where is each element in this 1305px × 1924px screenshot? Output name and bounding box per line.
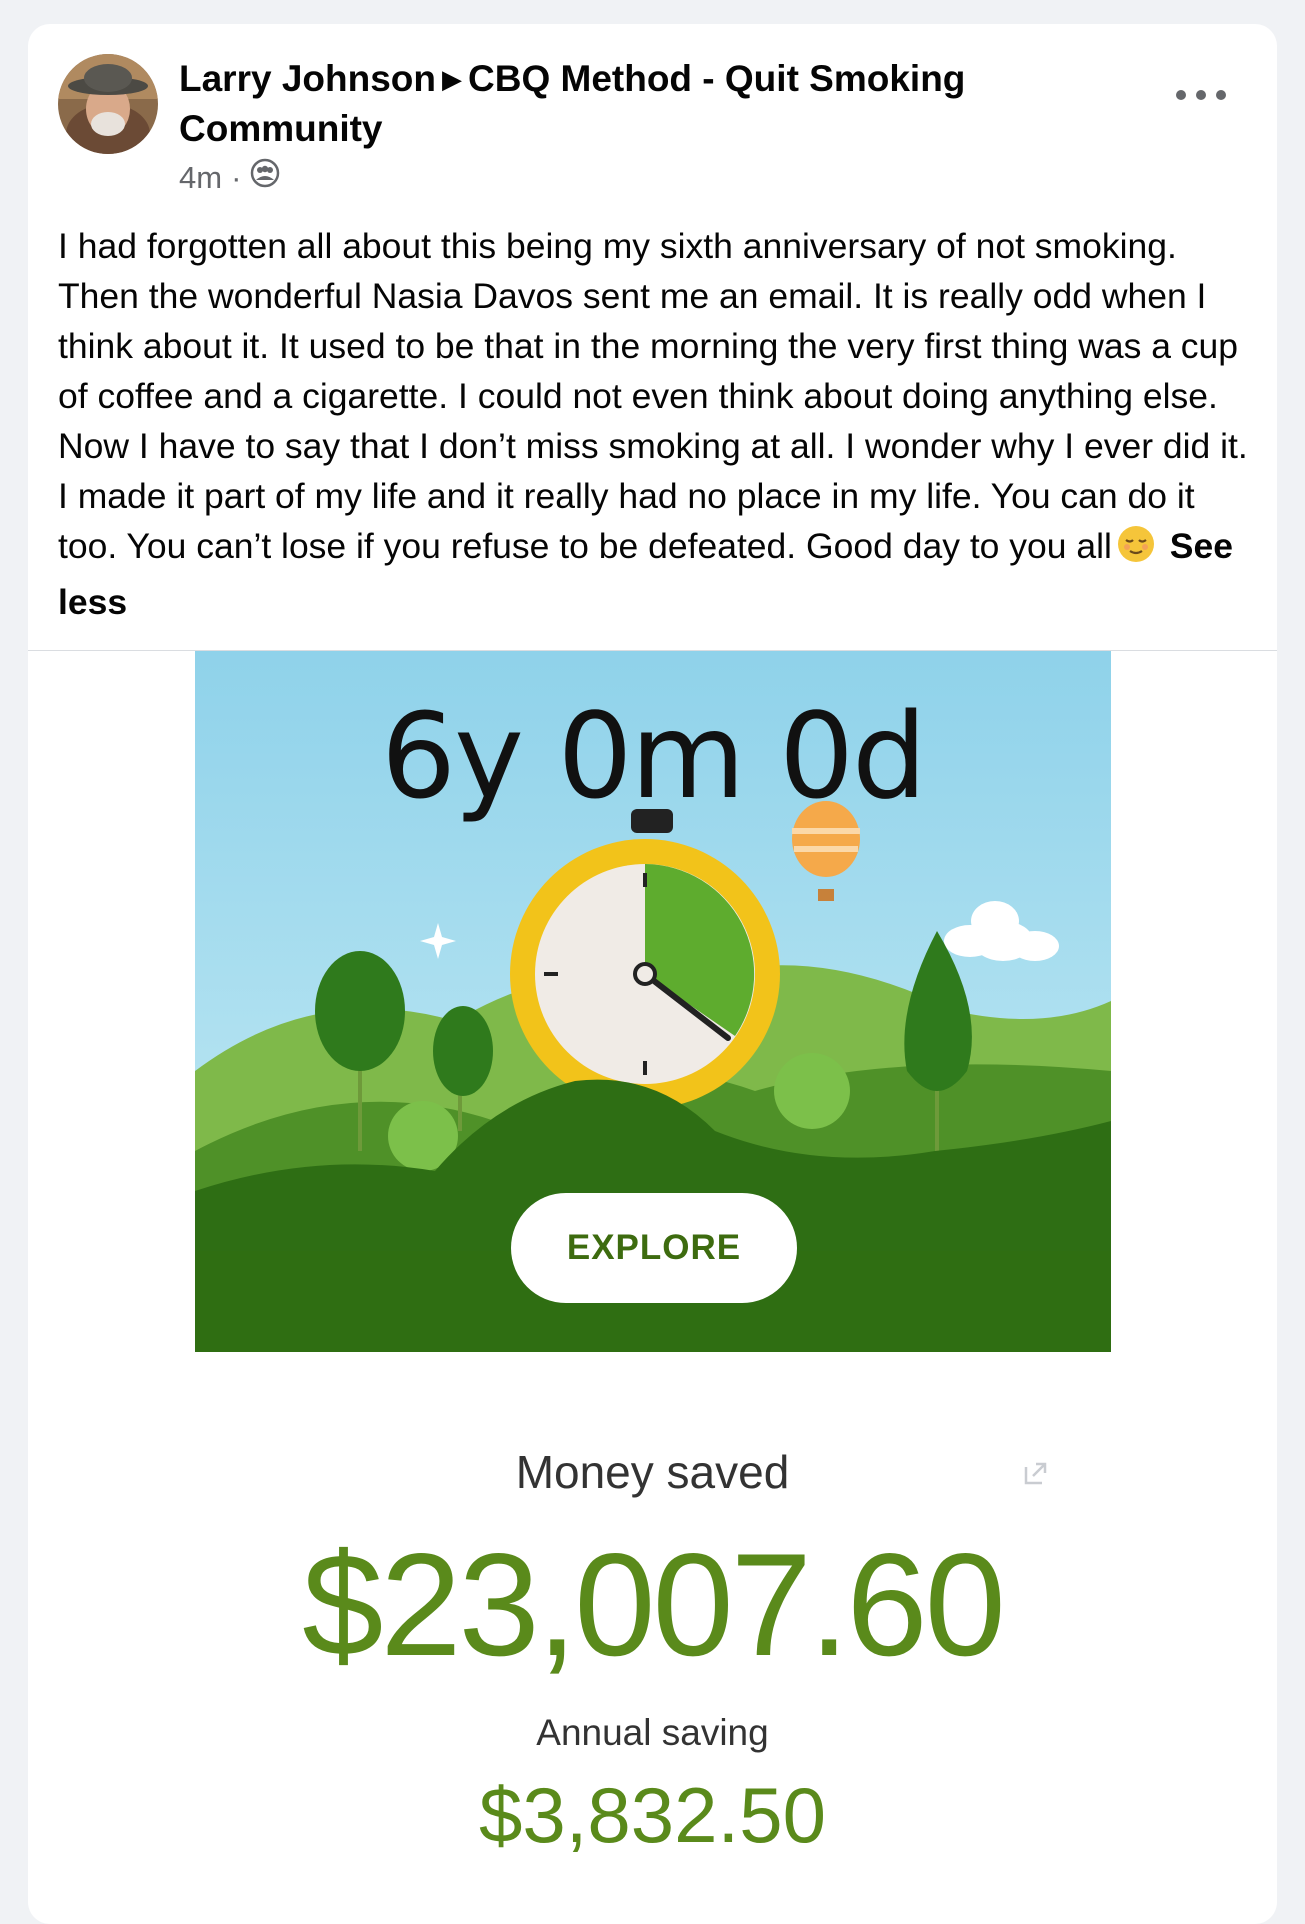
caret-right-icon: ▶ [442, 64, 462, 94]
quit-counter-image[interactable]: 6y 0m 0d EXPLORE [195, 651, 1111, 1352]
meta-separator: · [231, 160, 242, 195]
author-name[interactable]: Larry Johnson [179, 58, 436, 99]
expand-icon[interactable] [1021, 1458, 1051, 1493]
group-icon [250, 158, 280, 198]
avatar[interactable] [58, 54, 158, 154]
post-time[interactable]: 4m [179, 158, 222, 198]
annual-saving-value: $3,832.50 [478, 1771, 826, 1859]
annual-saving-label: Annual saving [536, 1712, 769, 1753]
post-meta: 4m · [179, 158, 280, 198]
more-options-icon[interactable] [1176, 80, 1226, 110]
post-body: I had forgotten all about this being my … [58, 221, 1258, 627]
post-text: I had forgotten all about this being my … [58, 226, 1248, 566]
post-header-title: Larry Johnson ▶ CBQ Method - Quit Smoking … [179, 54, 1039, 154]
quit-duration-counter: 6y 0m 0d [381, 687, 927, 825]
money-saved-label: Money saved [515, 1446, 790, 1498]
money-saved-value: $23,007.60 [302, 1523, 1006, 1686]
explore-button[interactable]: EXPLORE [511, 1193, 797, 1303]
relieved-face-icon [1116, 524, 1156, 577]
